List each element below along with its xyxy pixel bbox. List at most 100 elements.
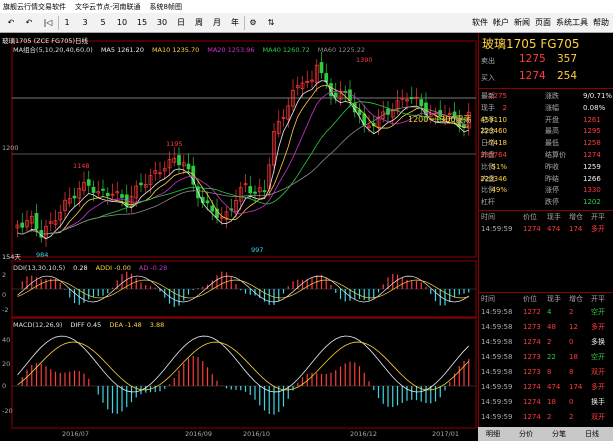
candle [409, 97, 414, 100]
quote-cell: 1274 [583, 151, 601, 159]
toolbar-button[interactable]: 周 [192, 16, 206, 30]
tick-cell: 空开 [591, 308, 605, 316]
quote-cell: 223346 [480, 174, 507, 183]
sell-volume: 357 [557, 53, 578, 65]
candle [120, 194, 124, 198]
sell-label: 卖出 [481, 57, 495, 65]
toolbar-button[interactable]: 日 [174, 16, 188, 30]
quote-cell: 1259 [583, 162, 601, 171]
toolbar-button[interactable]: 30 [154, 16, 170, 30]
ma-legend-item: MA组合(5,10,20,40,60,0) [13, 46, 93, 54]
bottom-tab[interactable]: 分笔 [552, 429, 566, 439]
quote-cell: 1261 [583, 115, 601, 124]
ticks-header: 时间 价位 现手 增仓 开平 [479, 212, 613, 223]
quote-cell: 9/0.71% [583, 92, 613, 100]
title-item: 文华云节点-河南联通 [75, 2, 141, 11]
quote-cell: 1330 [583, 186, 601, 195]
toolbar-button[interactable]: 5 [96, 16, 110, 30]
quote-cell: 2 [502, 103, 507, 112]
candle [186, 163, 191, 170]
quote-row: 现手 2 涨幅 0.08% [479, 103, 613, 114]
kline-chart[interactable] [0, 34, 478, 441]
quote-cell: 0.08% [583, 103, 606, 112]
ddi-legend-item: AD -0.28 [138, 264, 168, 272]
toolbar-button[interactable]: 软件 [471, 16, 489, 30]
quote-cell: 涨跌 [545, 92, 559, 100]
tick-cell: 多开 [591, 383, 605, 391]
sell-price: 1275 [519, 53, 546, 65]
price-label: 154天 [2, 253, 21, 261]
toolbar-button[interactable]: ⇅ [264, 16, 278, 30]
toolbar-button[interactable]: |◁ [40, 16, 56, 30]
ticks-header-cell: 现手 [547, 295, 561, 303]
toolbar-button[interactable]: ↶ [22, 16, 36, 30]
macd-diff-line [17, 335, 470, 393]
candle [210, 205, 215, 212]
tick-cell: 0 [569, 398, 574, 406]
candle [101, 188, 105, 191]
ticks-header: 时间 价位 现手 增仓 开平 [479, 294, 613, 305]
toolbar-button[interactable]: 15 [134, 16, 150, 30]
toolbar-button[interactable]: ↶ [4, 16, 18, 30]
macd-tick-label: -20 [2, 407, 13, 415]
macd-tick-label: 0 [2, 382, 7, 390]
macd-panel [11, 317, 477, 429]
quote-cell: 杠杆 [481, 198, 495, 207]
macd-legend-item: MACD(12,26,9) [13, 321, 63, 329]
ticks-header-cell: 开平 [591, 213, 605, 221]
tick-cell: 空开 [591, 353, 605, 361]
toolbar-button[interactable]: 页面 [534, 16, 552, 30]
quote-cell: 235764 [480, 151, 507, 159]
buy-label: 买入 [481, 74, 495, 82]
price-label: 1200 [2, 144, 19, 152]
candle [348, 89, 352, 101]
bottom-tab[interactable]: 分价 [519, 429, 533, 439]
tick-cell: 2 [547, 413, 552, 421]
toolbar-button[interactable]: 1 [60, 16, 74, 30]
toolbar-button[interactable]: 年 [228, 16, 242, 30]
buy-volume: 254 [557, 70, 578, 82]
ddi-legend: DDI(13,30,10,5) 0.28 ADDI -0.00 AD -0.28 [13, 264, 175, 272]
tick-row: 14:59:58 1272 4 2 空开 [479, 307, 613, 318]
candle [248, 186, 253, 194]
quote-cell: 1266 [583, 174, 601, 183]
candle [91, 186, 96, 193]
ddi-tick-label: 0 [2, 291, 7, 299]
tick-row: 14:59:59 1274 18 0 换手 [479, 397, 613, 408]
tick-cell: 18 [569, 353, 578, 361]
tick-cell: 1274 [523, 383, 541, 391]
ddi-tick-label: -2 [2, 306, 9, 314]
tick-cell: 14:59:59 [481, 413, 513, 421]
buy-price: 1274 [519, 70, 546, 82]
ticks-header-cell: 开平 [591, 295, 605, 303]
toolbar-button[interactable]: 3 [78, 16, 92, 30]
chart-area[interactable]: 玻璃1705 (ZCE FG705)日线 MA组合(5,10,20,40,60,… [0, 34, 478, 441]
divider [479, 210, 613, 211]
tick-row: 14:59:58 1273 22 18 空开 [479, 352, 613, 363]
ddi-tick-label: 2 [2, 271, 7, 279]
toolbar-button[interactable]: 新闻 [513, 16, 531, 30]
quote-cell: 1275 [489, 92, 507, 100]
toolbar-button[interactable]: 系统工具 [555, 16, 589, 30]
quote-cell: 开盘 [545, 115, 559, 124]
quote-cell: 459110 [480, 115, 507, 124]
macd-tick-label: 20 [2, 360, 11, 368]
bottom-tab[interactable]: 明细 [486, 429, 500, 439]
tick-row: 14:59:58 1274 2 0 多换 [479, 337, 613, 348]
tick-cell: 12 [569, 323, 578, 331]
candle [72, 195, 77, 199]
toolbar-button[interactable]: 帐户 [492, 16, 510, 30]
quote-cell: 49% [491, 186, 507, 195]
quote-cell: 跌停 [545, 198, 559, 207]
quote-row: 比例 51% 昨收 1259 [479, 162, 613, 173]
toolbar-button[interactable]: 月 [210, 16, 224, 30]
quote-cell: 51% [491, 162, 507, 171]
bottom-tab[interactable]: 日线 [585, 429, 599, 439]
toolbar-button[interactable]: ⚙ [246, 16, 260, 30]
toolbar-button[interactable]: 帮助 [592, 16, 610, 30]
divider [479, 88, 613, 89]
buy-row: 买入 1274 254 [479, 71, 613, 87]
tick-cell: 1273 [523, 368, 541, 376]
tick-cell: 174 [569, 225, 583, 233]
toolbar-button[interactable]: 10 [114, 16, 130, 30]
